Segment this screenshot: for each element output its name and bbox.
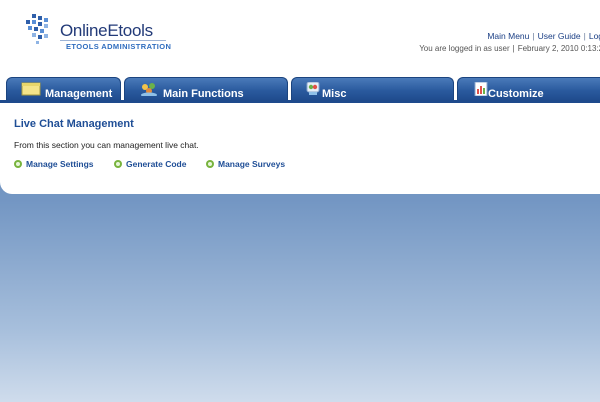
logo-title: OnlineEtools [60,21,153,40]
users-icon [141,83,157,96]
link-label: Generate Code [126,159,187,169]
main-menu-link[interactable]: Main Menu [487,31,529,41]
login-status-text: You are logged in as user [419,44,510,53]
tab-bar: Management Main Functions Misc Customize [0,77,600,101]
login-status: You are logged in as user | February 2, 20… [419,44,600,53]
manage-settings-link[interactable]: Manage Settings [14,159,94,169]
status-separator: | [512,44,515,53]
logo-icon [26,14,48,44]
header-links: Main Menu|User Guide|Log O [487,31,600,41]
user-guide-link[interactable]: User Guide [538,31,581,41]
tab-label: Customize [488,88,544,100]
bullet-icon [14,160,22,168]
tab-main-functions[interactable]: Main Functions [124,77,288,101]
manage-surveys-link[interactable]: Manage Surveys [206,159,285,169]
tab-misc[interactable]: Misc [291,77,454,101]
puzzle-icon [306,82,320,95]
page-title: Live Chat Management [14,118,134,130]
link-separator: | [532,31,535,41]
tab-management[interactable]: Management [6,77,121,101]
tab-customize[interactable]: Customize [457,77,600,101]
bullet-icon [206,160,214,168]
page-description: From this section you can management liv… [14,140,199,150]
link-label: Manage Surveys [218,159,286,169]
logo: OnlineEtools ETOOLS ADMINISTRATION [24,14,174,56]
main-panel: OnlineEtools ETOOLS ADMINISTRATION Main … [0,0,600,194]
login-datetime: February 2, 2010 0:13:26 . [517,44,600,53]
tab-label: Main Functions [163,88,244,100]
bullet-icon [114,160,122,168]
tab-label: Management [45,88,113,100]
logo-subtitle: ETOOLS ADMINISTRATION [66,42,172,51]
logout-link[interactable]: Log O [589,31,600,41]
link-separator: | [583,31,586,41]
tab-bar-underline [0,100,600,103]
folder-icon [21,82,41,96]
link-label: Manage Settings [26,159,94,169]
logo-divider [60,40,166,41]
tab-label: Misc [322,88,347,100]
generate-code-link[interactable]: Generate Code [114,159,186,169]
